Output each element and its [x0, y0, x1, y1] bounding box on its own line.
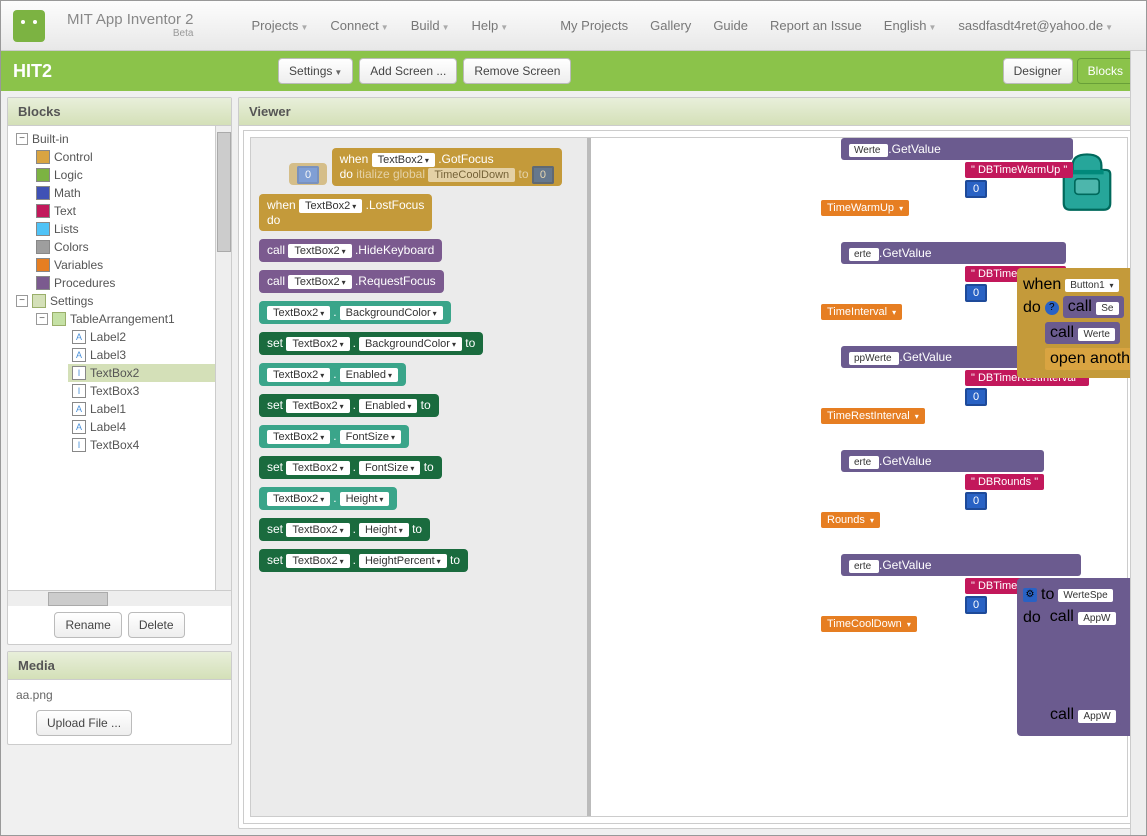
brand-title: MIT App Inventor 2 — [67, 12, 193, 29]
blocks-canvas[interactable]: Werte .GetValuetag DBTimeWarmUp valueIfT… — [243, 130, 1135, 824]
rename-button[interactable]: Rename — [54, 612, 121, 638]
block-set-bgcolor[interactable]: set TextBox2▾.BackgroundColor▾ to — [259, 332, 483, 355]
blocks-panel: Blocks −Built-in ControlLogicMathTextLis… — [7, 97, 232, 645]
brand: MIT App Inventor 2 Beta — [67, 12, 193, 40]
top-menu: Projects▼ Connect▼ Build▼ Help▼ My Proje… — [251, 18, 1134, 33]
menu-guide[interactable]: Guide — [713, 18, 748, 33]
viewer-header: Viewer — [239, 98, 1139, 126]
block-set-enabled[interactable]: set TextBox2▾.Enabled▾ to — [259, 394, 439, 417]
tree-cat-control[interactable]: Control — [32, 148, 227, 166]
tree-comp-textbox3[interactable]: ITextBox3 — [68, 382, 227, 400]
app-inventor-logo — [13, 10, 45, 42]
media-panel: Media aa.png Upload File ... — [7, 651, 232, 745]
upload-file-button[interactable]: Upload File ... — [36, 710, 132, 736]
block-get-fontsize[interactable]: TextBox2▾.FontSize▾ — [259, 425, 409, 448]
block-hidekeyboard[interactable]: call TextBox2▾ .HideKeyboard — [259, 239, 442, 262]
top-menu-bar: MIT App Inventor 2 Beta Projects▼ Connec… — [1, 1, 1146, 51]
tree-cat-variables[interactable]: Variables — [32, 256, 227, 274]
viewer-panel: Viewer Werte .GetValuetag DBTimeWarmUp v… — [238, 97, 1140, 829]
block-set-heightpct[interactable]: set TextBox2▾.HeightPercent▾ to — [259, 549, 468, 572]
delete-button[interactable]: Delete — [128, 612, 185, 638]
menu-help[interactable]: Help▼ — [472, 18, 509, 33]
block-getvalue-3[interactable]: erte .GetValuetag DBRounds valueIfTagNot… — [841, 450, 1044, 530]
tree-comp-textbox4[interactable]: ITextBox4 — [68, 436, 227, 454]
block-requestfocus[interactable]: call TextBox2▾ .RequestFocus — [259, 270, 444, 293]
project-name: HIT2 — [13, 61, 52, 82]
block-set-fontsize[interactable]: set TextBox2▾.FontSize▾ to — [259, 456, 442, 479]
block-get-height[interactable]: TextBox2▾.Height▾ — [259, 487, 397, 510]
tree-cat-text[interactable]: Text — [32, 202, 227, 220]
block-when-button1[interactable]: whenButton1 ▾ do?call Se call Werte open… — [1017, 268, 1135, 378]
tree-cat-procedures[interactable]: Procedures — [32, 274, 227, 292]
remove-screen-button[interactable]: Remove Screen — [463, 58, 571, 84]
blocks-tree: −Built-in ControlLogicMathTextListsColor… — [8, 126, 231, 458]
menu-connect[interactable]: Connect▼ — [330, 18, 388, 33]
blocks-flyout: 0 when TextBox2▾ .GotFocus do itialize g… — [251, 138, 591, 816]
tree-comp-label2[interactable]: ALabel2 — [68, 328, 227, 346]
ghost-block: 0 — [289, 163, 327, 185]
tree-cat-colors[interactable]: Colors — [32, 238, 227, 256]
menu-myprojects[interactable]: My Projects — [560, 18, 628, 33]
menu-user[interactable]: sasdfasdt4ret@yahoo.de▼ — [958, 18, 1113, 33]
tree-cat-logic[interactable]: Logic — [32, 166, 227, 184]
tree-hscroll[interactable] — [8, 590, 231, 606]
block-set-height[interactable]: set TextBox2▾.Height▾ to — [259, 518, 430, 541]
settings-button[interactable]: Settings▼ — [278, 58, 353, 84]
blocks-panel-header: Blocks — [8, 98, 231, 126]
main-area: Blocks −Built-in ControlLogicMathTextLis… — [1, 91, 1146, 835]
tree-builtin[interactable]: −Built-in — [12, 130, 227, 148]
block-lostfocus[interactable]: when TextBox2▾ .LostFocus do — [259, 194, 432, 231]
brand-sub: Beta — [67, 28, 193, 39]
tree-comp-label4[interactable]: ALabel4 — [68, 418, 227, 436]
menu-language[interactable]: English▼ — [884, 18, 937, 33]
tree-cat-lists[interactable]: Lists — [32, 220, 227, 238]
project-toolbar: HIT2 Settings▼ Add Screen ... Remove Scr… — [1, 51, 1146, 91]
tree-comp-label3[interactable]: ALabel3 — [68, 346, 227, 364]
tree-tablearrangement[interactable]: −TableArrangement1 — [32, 310, 227, 328]
block-getvalue-0[interactable]: Werte .GetValuetag DBTimeWarmUp valueIfT… — [841, 138, 1073, 218]
blocks-button[interactable]: Blocks — [1077, 58, 1134, 84]
designer-button[interactable]: Designer — [1003, 58, 1073, 84]
media-file[interactable]: aa.png — [16, 688, 223, 702]
tree-settings[interactable]: −Settings — [12, 292, 227, 310]
window-scrollbar[interactable] — [1130, 51, 1146, 835]
block-to-wertesp[interactable]: ⚙toWerteSpe docall AppW call AppW — [1017, 578, 1135, 736]
tree-cat-math[interactable]: Math — [32, 184, 227, 202]
block-get-enabled[interactable]: TextBox2▾.Enabled▾ — [259, 363, 406, 386]
menu-gallery[interactable]: Gallery — [650, 18, 691, 33]
block-get-bgcolor[interactable]: TextBox2▾.BackgroundColor▾ — [259, 301, 451, 324]
workspace-background-blocks: Werte .GetValuetag DBTimeWarmUp valueIfT… — [601, 138, 1127, 816]
media-panel-header: Media — [8, 652, 231, 680]
tree-comp-textbox2[interactable]: ITextBox2 — [68, 364, 227, 382]
add-screen-button[interactable]: Add Screen ... — [359, 58, 457, 84]
menu-report[interactable]: Report an Issue — [770, 18, 862, 33]
tree-comp-label1[interactable]: ALabel1 — [68, 400, 227, 418]
tree-scrollbar[interactable] — [215, 126, 231, 590]
menu-projects[interactable]: Projects▼ — [251, 18, 308, 33]
block-gotfocus[interactable]: when TextBox2▾ .GotFocus do itialize glo… — [332, 148, 562, 186]
menu-build[interactable]: Build▼ — [411, 18, 450, 33]
